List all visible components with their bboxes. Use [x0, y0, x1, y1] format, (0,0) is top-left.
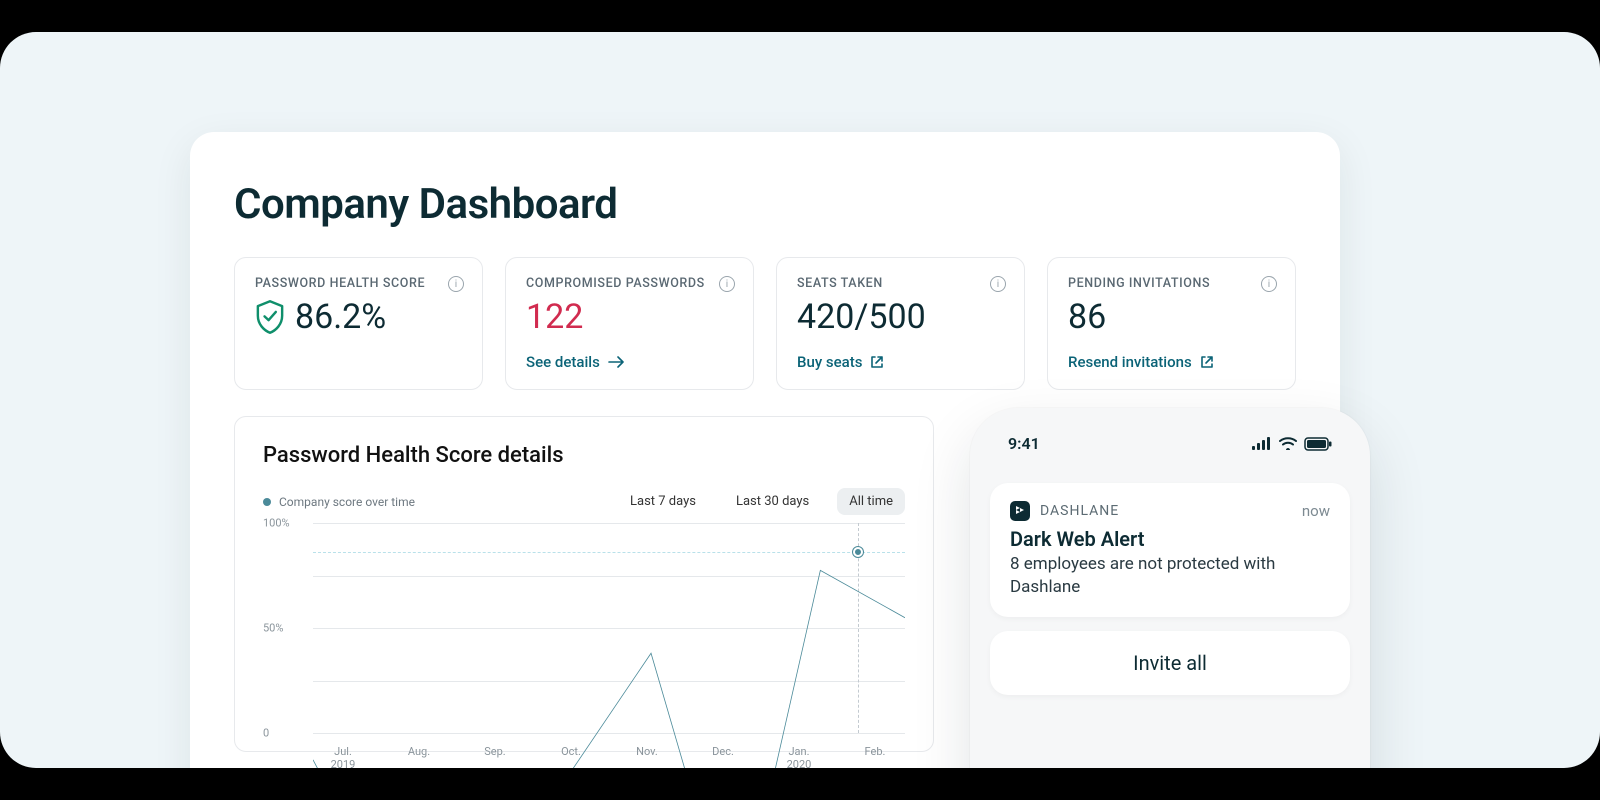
shield-check-icon: [255, 300, 285, 334]
phone-mock: 9:41 DASHLANE now Dark Web Alert 8 emplo…: [970, 408, 1370, 768]
legend-label: Company score over time: [279, 495, 415, 509]
x-tick: Sep.: [465, 745, 525, 768]
metric-label: COMPROMISED PASSWORDS: [526, 276, 733, 291]
invite-all-button[interactable]: Invite all: [990, 631, 1350, 695]
chart-card: Password Health Score details Company sc…: [234, 416, 934, 752]
y-tick: 50%: [263, 622, 283, 635]
metric-value: 122: [526, 297, 733, 337]
chart-line: [313, 523, 905, 768]
metrics-row: PASSWORD HEALTH SCORE i 86.2% COMPROMISE…: [234, 257, 1296, 390]
x-tick: Dec.: [693, 745, 753, 768]
info-icon[interactable]: i: [719, 276, 735, 292]
resend-invitations-link[interactable]: Resend invitations: [1068, 353, 1214, 371]
chart-toolbar: Company score over time Last 7 days Last…: [263, 488, 905, 515]
chart-title: Password Health Score details: [263, 443, 905, 468]
x-tick: Jul.2019: [313, 745, 373, 768]
battery-icon: [1304, 437, 1332, 451]
metric-value: 420/500: [797, 297, 1004, 337]
y-tick: 100%: [263, 517, 290, 530]
metric-compromised: COMPROMISED PASSWORDS i 122 See details: [505, 257, 754, 390]
range-all[interactable]: All time: [837, 488, 905, 515]
notification-app-name: DASHLANE: [1040, 503, 1119, 519]
legend-dot-icon: [263, 498, 271, 506]
external-link-icon: [870, 355, 884, 369]
metric-value-text: 86.2%: [295, 297, 386, 337]
x-tick: Feb.: [845, 745, 905, 768]
info-icon[interactable]: i: [990, 276, 1006, 292]
external-link-icon: [1200, 355, 1214, 369]
see-details-link[interactable]: See details: [526, 353, 624, 371]
x-tick: Oct.: [541, 745, 601, 768]
info-icon[interactable]: i: [448, 276, 464, 292]
wifi-icon: [1279, 437, 1297, 450]
metric-value: 86.2%: [255, 297, 462, 337]
y-tick: 0: [263, 727, 269, 740]
notification-title: Dark Web Alert: [1010, 527, 1330, 551]
arrow-right-icon: [608, 356, 624, 368]
chart-plot[interactable]: 100% 50% 0 Jul.2019 Aug. Sep. Oct. Nov. …: [313, 523, 905, 733]
buy-seats-link[interactable]: Buy seats: [797, 353, 884, 371]
x-tick: Jan.2020: [769, 745, 829, 768]
notification-time: now: [1302, 502, 1330, 520]
x-tick: Aug.: [389, 745, 449, 768]
range-30d[interactable]: Last 30 days: [724, 488, 821, 515]
notification-card[interactable]: DASHLANE now Dark Web Alert 8 employees …: [990, 483, 1350, 617]
action-label: Resend invitations: [1068, 353, 1192, 371]
x-axis: Jul.2019 Aug. Sep. Oct. Nov. Dec. Jan.20…: [313, 745, 905, 768]
stage: Company Dashboard PASSWORD HEALTH SCORE …: [0, 32, 1600, 768]
notification-app: DASHLANE: [1010, 501, 1119, 521]
metric-password-health: PASSWORD HEALTH SCORE i 86.2%: [234, 257, 483, 390]
range-7d[interactable]: Last 7 days: [618, 488, 708, 515]
status-time: 9:41: [1008, 434, 1040, 453]
notification-body: 8 employees are not protected with Dashl…: [1010, 553, 1330, 599]
cellular-icon: [1252, 437, 1272, 450]
info-icon[interactable]: i: [1261, 276, 1277, 292]
x-tick: Nov.: [617, 745, 677, 768]
metric-seats: SEATS TAKEN i 420/500 Buy seats: [776, 257, 1025, 390]
metric-invitations: PENDING INVITATIONS i 86 Resend invitati…: [1047, 257, 1296, 390]
metric-label: SEATS TAKEN: [797, 276, 1004, 291]
action-label: Buy seats: [797, 353, 862, 371]
metric-value: 86: [1068, 297, 1275, 337]
metric-label: PASSWORD HEALTH SCORE: [255, 276, 462, 291]
dashlane-icon: [1010, 501, 1030, 521]
metric-label: PENDING INVITATIONS: [1068, 276, 1275, 291]
chart-legend: Company score over time: [263, 495, 415, 509]
page-title: Company Dashboard: [234, 180, 1296, 229]
action-label: See details: [526, 353, 600, 371]
phone-status-bar: 9:41: [990, 434, 1350, 453]
range-selector: Last 7 days Last 30 days All time: [618, 488, 905, 515]
